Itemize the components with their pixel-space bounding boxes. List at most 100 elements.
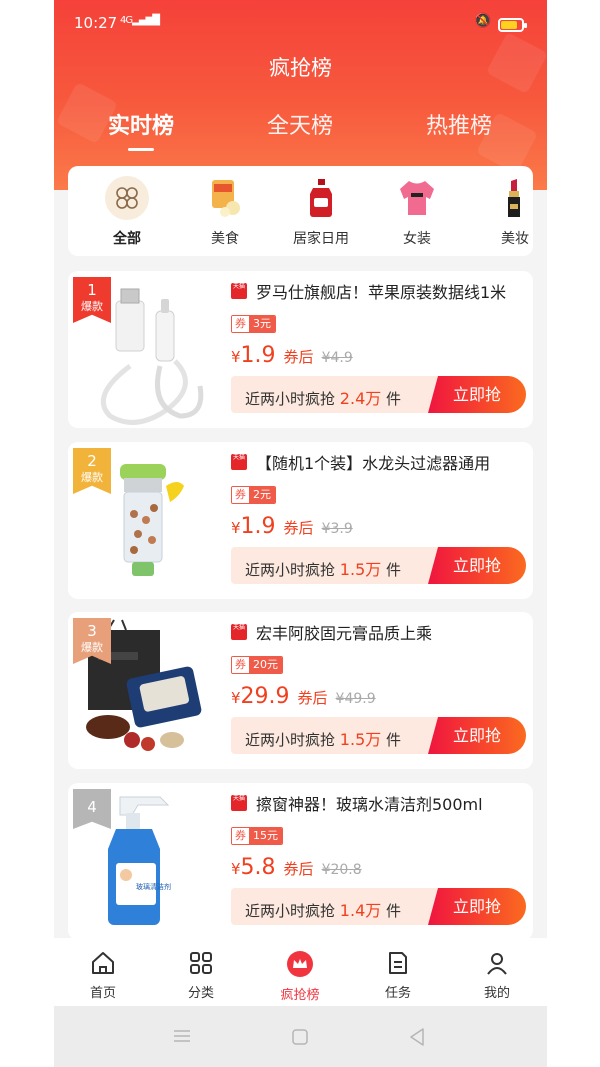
- home-icon: [92, 952, 114, 974]
- store-tag-icon: 天猫: [231, 624, 247, 640]
- tab-allday[interactable]: 全天榜: [235, 108, 365, 140]
- product-card[interactable]: 3 爆款 天猫 宏丰阿胶固元膏品质上乘 券 20元 ¥29.9 券后 ¥49.9 近…: [68, 612, 533, 769]
- grid-icon: [105, 176, 149, 220]
- category-all[interactable]: 全部: [82, 176, 172, 248]
- lipstick-icon: [493, 176, 533, 220]
- sales-count: 1.5万: [339, 560, 382, 579]
- coupon-label: 券: [232, 316, 249, 332]
- category-household[interactable]: 居家日用: [276, 176, 366, 248]
- price-value: 1.9: [240, 343, 276, 368]
- nav-home[interactable]: 首页: [54, 950, 152, 1001]
- sweater-icon: [395, 176, 439, 220]
- price-value: 29.9: [240, 684, 290, 709]
- nav-task[interactable]: 任务: [349, 950, 447, 1001]
- nav-label: 疯抢榜: [280, 988, 320, 1003]
- sales-unit: 件: [386, 561, 402, 579]
- task-icon: [389, 952, 407, 974]
- product-title[interactable]: 罗马仕旗舰店！苹果原装数据线1米: [256, 279, 526, 303]
- app-screen: 10:27 4G▂▄▆█ ◠ 🔕 疯抢榜 实时榜 全天榜 热推榜 全部 美食 居…: [54, 0, 547, 1067]
- category-label: 居家日用: [293, 231, 349, 247]
- category-label: 美食: [211, 231, 239, 247]
- coupon-badge: 券 3元: [231, 315, 276, 333]
- tab-hot[interactable]: 热推榜: [394, 108, 524, 140]
- tab-realtime[interactable]: 实时榜: [76, 108, 206, 140]
- page-title: 疯抢榜: [269, 56, 332, 80]
- detergent-icon: [299, 176, 343, 220]
- category-label: 女装: [403, 231, 431, 247]
- back-icon[interactable]: [408, 1027, 426, 1047]
- product-card[interactable]: 玻璃清洁剂 4 天猫 擦窗神器！玻璃水清洁剂500ml 券 15元 ¥5.8 券后…: [68, 783, 533, 940]
- rank-number: 1: [87, 281, 97, 299]
- sales-text: 近两小时疯抢 1.5万 件: [245, 726, 401, 750]
- coupon-badge: 券 15元: [231, 827, 283, 845]
- currency-symbol: ¥: [231, 519, 241, 537]
- rank-number: 2: [87, 452, 97, 470]
- network-label: 4G: [120, 15, 133, 26]
- product-card[interactable]: 1 爆款 天猫 罗马仕旗舰店！苹果原装数据线1米 券 3元 ¥1.9 券后 ¥4.9…: [68, 271, 533, 428]
- product-title[interactable]: 宏丰阿胶固元膏品质上乘: [256, 620, 526, 644]
- original-price: ¥3.9: [321, 521, 353, 537]
- category-food[interactable]: 美食: [180, 176, 270, 248]
- coupon-label: 券: [232, 657, 249, 673]
- sales-bar: 近两小时疯抢 1.4万 件 立即抢: [231, 888, 526, 925]
- product-title[interactable]: 擦窗神器！玻璃水清洁剂500ml: [256, 791, 526, 815]
- original-price: ¥20.8: [321, 862, 362, 878]
- menu-icon[interactable]: [173, 1028, 191, 1044]
- mute-icon: 🔕: [474, 13, 492, 29]
- sales-bar: 近两小时疯抢 1.5万 件 立即抢: [231, 547, 526, 584]
- price-row: ¥1.9 券后 ¥4.9: [231, 343, 353, 368]
- nav-label: 分类: [187, 986, 214, 1001]
- category-icon: [190, 952, 212, 974]
- buy-now-button[interactable]: 立即抢: [428, 547, 526, 584]
- rank-number: 3: [87, 622, 97, 640]
- sales-prefix: 近两小时疯抢: [245, 390, 336, 408]
- store-tag-icon: 天猫: [231, 795, 247, 811]
- bottle-label: 玻璃清洁剂: [136, 882, 171, 891]
- price-suffix: 券后: [283, 348, 314, 366]
- nav-category[interactable]: 分类: [152, 950, 250, 1001]
- coupon-label: 券: [232, 487, 249, 503]
- coupon-value: 2元: [249, 487, 275, 503]
- bottom-tab-bar: 首页 分类 疯抢榜 任务 我的: [54, 938, 547, 1006]
- product-title[interactable]: 【随机1个装】水龙头过滤器通用: [256, 450, 526, 474]
- sales-unit: 件: [386, 731, 402, 749]
- sales-text: 近两小时疯抢 1.5万 件: [245, 556, 401, 580]
- price-suffix: 券后: [297, 689, 328, 707]
- coupon-badge: 券 2元: [231, 486, 276, 504]
- store-tag-icon: 天猫: [231, 454, 247, 470]
- rank-tag: 爆款: [81, 641, 103, 654]
- status-time: 10:27: [74, 14, 118, 32]
- original-price: ¥49.9: [335, 691, 376, 707]
- currency-symbol: ¥: [231, 348, 241, 366]
- home-square-icon[interactable]: [291, 1028, 309, 1046]
- battery-icon: [498, 18, 527, 32]
- rank-tag: 爆款: [81, 300, 103, 313]
- rank-number: 4: [87, 798, 97, 816]
- sales-count: 1.4万: [339, 901, 382, 920]
- rank-tag: 爆款: [81, 471, 103, 484]
- nav-label: 首页: [89, 986, 116, 1001]
- buy-now-button[interactable]: 立即抢: [428, 717, 526, 754]
- original-price: ¥4.9: [321, 350, 353, 366]
- sales-count: 2.4万: [339, 389, 382, 408]
- price-suffix: 券后: [283, 519, 314, 537]
- nav-label: 我的: [483, 986, 510, 1001]
- snack-icon: [203, 176, 247, 220]
- price-row: ¥1.9 券后 ¥3.9: [231, 514, 353, 539]
- price-row: ¥5.8 券后 ¥20.8: [231, 855, 362, 880]
- product-card[interactable]: 2 爆款 天猫 【随机1个装】水龙头过滤器通用 券 2元 ¥1.9 券后 ¥3.9 …: [68, 442, 533, 599]
- sales-unit: 件: [386, 902, 402, 920]
- sales-text: 近两小时疯抢 2.4万 件: [245, 385, 401, 409]
- sales-prefix: 近两小时疯抢: [245, 902, 336, 920]
- category-makeup[interactable]: 美妆: [470, 176, 533, 248]
- price-suffix: 券后: [283, 860, 314, 878]
- active-tab-indicator: [128, 148, 154, 151]
- nav-profile[interactable]: 我的: [448, 950, 546, 1001]
- coupon-value: 15元: [249, 828, 282, 844]
- sales-bar: 近两小时疯抢 1.5万 件 立即抢: [231, 717, 526, 754]
- category-womens[interactable]: 女装: [372, 176, 462, 248]
- buy-now-button[interactable]: 立即抢: [428, 888, 526, 925]
- nav-rush-list[interactable]: 疯抢榜: [251, 950, 349, 1003]
- price-row: ¥29.9 券后 ¥49.9: [231, 684, 376, 709]
- buy-now-button[interactable]: 立即抢: [428, 376, 526, 413]
